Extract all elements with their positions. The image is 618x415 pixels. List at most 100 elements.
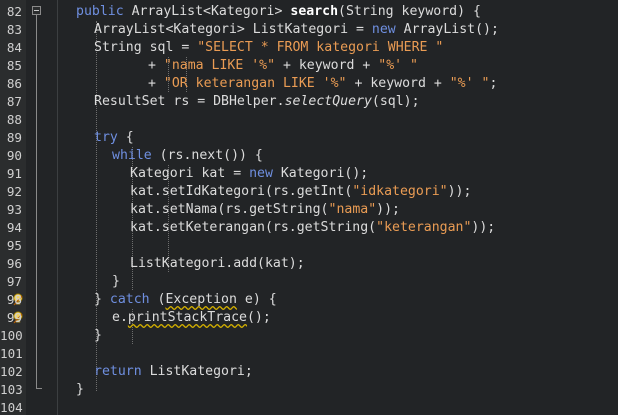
code-text: public ArrayList<Kategori> search(String… <box>76 3 481 21</box>
code-text: kat.setIdKategori(rs.getInt("idkategori"… <box>130 183 471 201</box>
code-token: + <box>148 58 164 73</box>
code-text: while (rs.next()) { <box>112 147 263 165</box>
code-token: search <box>290 4 339 19</box>
code-token: (); <box>246 310 271 325</box>
code-token: "SELECT * FROM kategori WHERE " <box>197 40 444 55</box>
code-line[interactable]: 98 } catch (Exception e) { <box>0 291 618 309</box>
code-token: Exception <box>165 292 237 307</box>
code-line[interactable]: 88 <box>0 111 618 129</box>
code-token: public <box>76 4 124 19</box>
code-token: ArrayList<Kategori> ListKategori = <box>94 22 372 37</box>
code-line[interactable]: 90 while (rs.next()) { <box>0 147 618 165</box>
code-line[interactable]: 93 kat.setNama(rs.getString("nama")); <box>0 201 618 219</box>
code-line[interactable]: 103} <box>0 381 618 399</box>
code-token: "nama" <box>328 202 377 217</box>
line-number: 98 <box>6 292 22 307</box>
line-number: 94 <box>6 220 22 235</box>
line-number: 89 <box>6 130 22 145</box>
code-token: ListKategori.add(kat); <box>130 256 305 271</box>
code-text: return ListKategori; <box>94 363 253 381</box>
code-token: } <box>112 274 120 289</box>
code-token: "nama LIKE '%" <box>163 58 276 73</box>
code-text: } catch (Exception e) { <box>94 291 277 309</box>
line-number: 97 <box>6 274 22 289</box>
code-token: return <box>94 364 142 379</box>
code-token: )); <box>447 184 472 199</box>
code-text: + "nama LIKE '%" + keyword + "%' " <box>148 57 418 75</box>
line-number: 90 <box>6 148 22 163</box>
code-token: "OR keterangan LIKE '%" <box>163 76 347 91</box>
code-text: ListKategori.add(kat); <box>130 255 305 273</box>
code-line[interactable]: 101 <box>0 345 618 363</box>
line-number: 84 <box>6 40 22 55</box>
code-line[interactable]: 91 Kategori kat = new Kategori(); <box>0 165 618 183</box>
line-number: 93 <box>6 202 22 217</box>
code-token: } <box>76 382 84 397</box>
code-token: )); <box>471 220 496 235</box>
code-token: kat.setIdKategori(rs.getInt( <box>130 184 353 199</box>
line-number: 100 <box>0 328 23 343</box>
code-token: kat.setNama(rs.getString( <box>130 202 329 217</box>
line-number: 86 <box>6 76 22 91</box>
code-token: } <box>94 328 102 343</box>
code-text: try { <box>94 129 134 147</box>
line-number: 92 <box>6 184 22 199</box>
code-line[interactable]: 94 kat.setKeterangan(rs.getString("ketera… <box>0 219 618 237</box>
code-token: ListKategori; <box>141 364 253 379</box>
code-line[interactable]: 97} <box>0 273 618 291</box>
code-line[interactable]: 96 ListKategori.add(kat); <box>0 255 618 273</box>
code-token: ResultSet rs = DBHelper. <box>94 94 285 109</box>
code-line[interactable]: 87 ResultSet rs = DBHelper.selectQuery(sq… <box>0 93 618 111</box>
code-token: e. <box>112 310 128 325</box>
code-token: printStackTrace <box>127 310 247 325</box>
code-token: } <box>94 292 110 307</box>
code-text: kat.setKeterangan(rs.getString("keterang… <box>130 219 495 237</box>
line-number: 91 <box>6 166 22 181</box>
code-token: ArrayList<Kategori> <box>123 4 291 19</box>
code-line[interactable]: 104 <box>0 399 618 415</box>
code-line[interactable]: 85 + "nama LIKE '%" + keyword + "%' " <box>0 57 618 75</box>
code-text: ArrayList<Kategori> ListKategori = new A… <box>94 21 499 39</box>
line-number: 85 <box>6 58 22 73</box>
code-line[interactable]: 100} <box>0 327 618 345</box>
code-token: Kategori(); <box>272 166 369 181</box>
code-text: ResultSet rs = DBHelper.selectQuery(sql)… <box>94 93 420 111</box>
code-token: ( <box>149 292 166 307</box>
line-number: 83 <box>6 22 22 37</box>
line-number: 101 <box>0 346 23 361</box>
code-line[interactable]: 95 <box>0 237 618 255</box>
code-token: { <box>117 130 134 145</box>
code-token: "%' " <box>378 58 418 73</box>
code-token: String sql = <box>94 40 198 55</box>
code-token: while <box>112 148 152 163</box>
line-number: 87 <box>6 94 22 109</box>
code-token: try <box>94 130 118 145</box>
code-text: kat.setNama(rs.getString("nama")); <box>130 201 400 219</box>
code-line[interactable]: 82 public ArrayList<Kategori> search(Stri… <box>0 3 618 21</box>
code-editor[interactable]: 82 public ArrayList<Kategori> search(Stri… <box>0 0 618 415</box>
code-token: kat.setKeterangan(rs.getString( <box>130 220 377 235</box>
line-number: 102 <box>0 364 23 379</box>
code-token: + keyword + <box>346 76 450 91</box>
code-text: String sql = "SELECT * FROM kategori WHE… <box>94 39 443 57</box>
code-line[interactable]: 92 kat.setIdKategori(rs.getInt("idkategor… <box>0 183 618 201</box>
code-token: Kategori kat = <box>130 166 250 181</box>
code-line[interactable]: 84 String sql = "SELECT * FROM kategori W… <box>0 39 618 57</box>
code-text: } <box>94 327 102 345</box>
code-line[interactable]: 102 return ListKategori; <box>0 363 618 381</box>
code-token: "keterangan" <box>376 220 472 235</box>
code-token: (rs.next()) { <box>151 148 263 163</box>
line-number: 96 <box>6 256 22 271</box>
line-number: 99 <box>6 310 22 325</box>
code-token: "%' " <box>449 76 490 91</box>
code-token: + keyword + <box>275 58 379 73</box>
code-line[interactable]: 89 try { <box>0 129 618 147</box>
code-token: new <box>249 166 273 181</box>
code-token: + <box>148 76 164 91</box>
code-line[interactable]: 86 + "OR keterangan LIKE '%" + keyword + … <box>0 75 618 93</box>
code-token: ArrayList(); <box>395 22 499 37</box>
code-token: selectQuery <box>284 94 372 109</box>
code-line[interactable]: 99 e.printStackTrace(); <box>0 309 618 327</box>
code-token: (String keyword) { <box>338 4 481 19</box>
code-line[interactable]: 83 ArrayList<Kategori> ListKategori = new… <box>0 21 618 39</box>
